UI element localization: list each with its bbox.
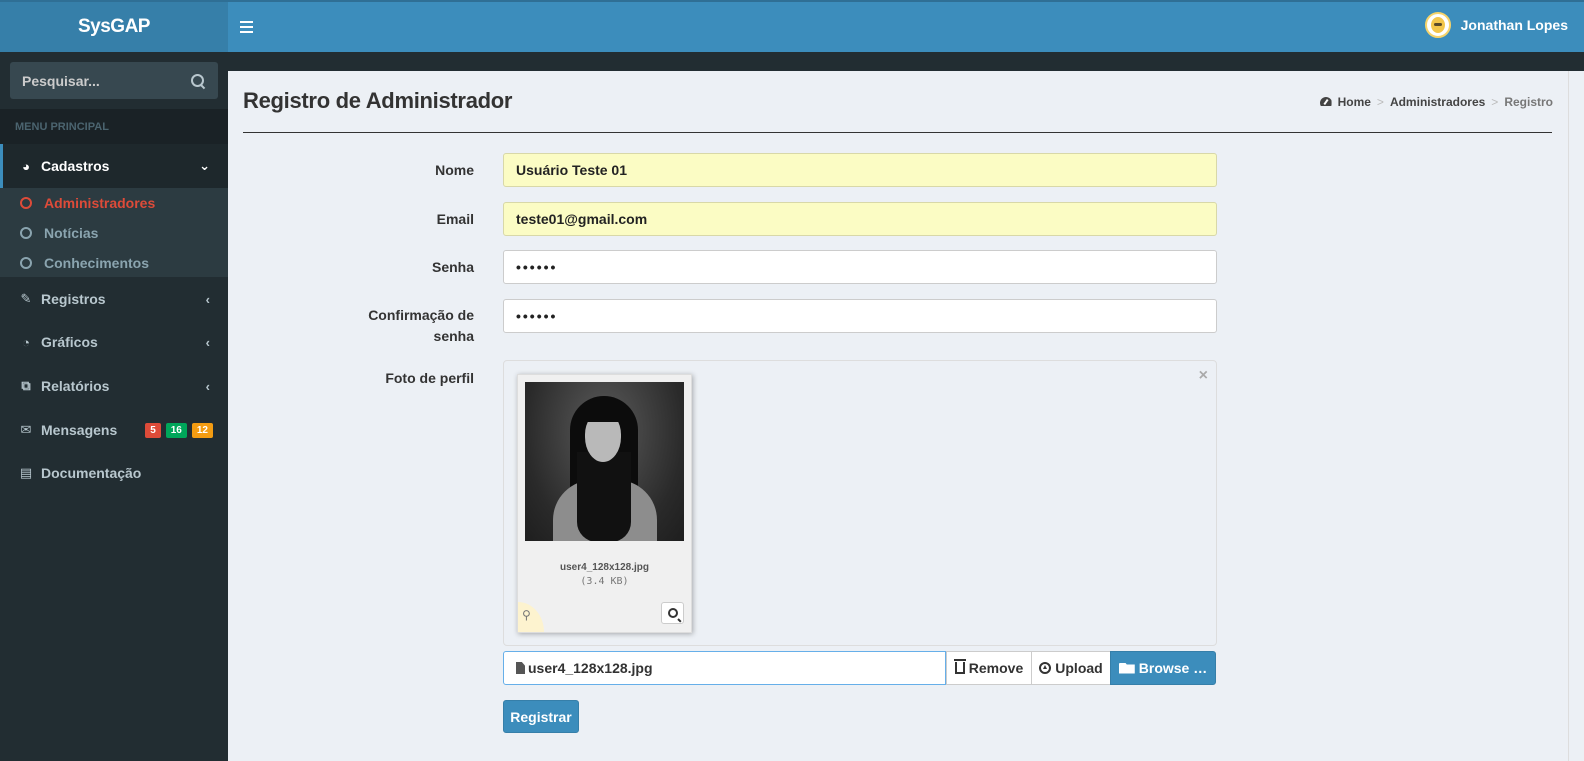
chevron-left-icon: ‹ <box>205 334 210 350</box>
sidebar-item-label: Documentação <box>41 465 142 481</box>
chevron-down-icon: ⌄ <box>199 158 210 173</box>
remove-button[interactable]: Remove <box>946 651 1032 685</box>
file-caption-name: user4_128x128.jpg <box>528 660 653 676</box>
confirm-senha-label-line2: senha <box>433 328 474 344</box>
submenu-item-label: Notícias <box>44 225 99 241</box>
upload-icon <box>1039 662 1052 674</box>
sidebar-toggle-icon[interactable] <box>240 17 256 37</box>
submenu-item-label: Administradores <box>44 195 156 211</box>
breadcrumb-separator: > <box>1491 95 1499 109</box>
edit-icon: ✎ <box>20 291 32 306</box>
dashboard-icon <box>1320 97 1332 107</box>
email-label: Email <box>436 211 474 227</box>
browse-label: Browse … <box>1138 660 1208 676</box>
chevron-left-icon: ‹ <box>205 378 210 394</box>
thumbnail-file-size: (3.4 KB) <box>580 576 629 587</box>
envelope-icon: ✉ <box>20 422 32 437</box>
drag-handle-icon[interactable]: ⚲ <box>518 602 544 632</box>
confirm-senha-label-line1: Confirmação de <box>368 307 474 323</box>
user-name: Jonathan Lopes <box>1460 17 1568 33</box>
sidebar-item-mensagens[interactable]: ✉ Mensagens 5 16 12 <box>0 409 228 451</box>
page-title: Registro de Administrador <box>243 88 513 113</box>
sidebar-item-label: Cadastros <box>41 158 110 174</box>
chevron-left-icon: ‹ <box>205 291 210 307</box>
pie-chart-icon: ◔ <box>22 334 30 350</box>
sidebar-item-label: Registros <box>41 291 106 307</box>
file-caption-input[interactable]: user4_128x128.jpg <box>503 651 946 685</box>
menu-header: MENU PRINCIPAL <box>0 109 228 144</box>
registrar-button[interactable]: Registrar <box>503 700 579 733</box>
search-input[interactable]: Pesquisar... <box>10 62 218 99</box>
sidebar: Pesquisar... MENU PRINCIPAL ◕ Cadastros … <box>0 52 228 761</box>
sidebar-item-cadastros[interactable]: ◕ Cadastros ⌄ <box>0 144 228 188</box>
dashboard-icon: ◕ <box>22 158 30 174</box>
sidebar-item-relatorios[interactable]: ⧉ Relatórios ‹ <box>0 365 228 407</box>
upload-label: Upload <box>1055 660 1103 676</box>
foto-label: Foto de perfil <box>385 370 474 386</box>
zoom-button[interactable] <box>661 602 684 624</box>
submenu-item-conhecimentos[interactable]: Conhecimentos <box>0 248 228 278</box>
senha-label: Senha <box>431 259 474 275</box>
confirm-senha-label: Confirmação de senha <box>368 305 474 347</box>
preview-thumbnail: user4_128x128.jpg (3.4 KB) ⚲ <box>517 374 692 633</box>
circle-icon <box>20 257 32 269</box>
sidebar-item-graficos[interactable]: ◔ Gráficos ‹ <box>0 321 228 363</box>
file-preview: × user4_128x128.jpg (3.4 KB) ⚲ <box>503 360 1217 646</box>
header-strip <box>228 52 1584 71</box>
remove-label: Remove <box>968 660 1024 676</box>
sidebar-item-registros[interactable]: ✎ Registros ‹ <box>0 278 228 320</box>
badge-yellow: 12 <box>191 422 213 438</box>
breadcrumb: Home > Administradores > Registro <box>1320 95 1553 109</box>
app-logo[interactable]: SysGAP <box>0 2 228 52</box>
sidebar-item-label: Relatórios <box>41 378 110 394</box>
breadcrumb-registro: Registro <box>1504 95 1553 109</box>
sidebar-item-label: Mensagens <box>41 422 118 438</box>
sidebar-item-documentacao[interactable]: ▤ Documentação <box>0 452 228 494</box>
thumbnail-file-name: user4_128x128.jpg <box>560 562 649 573</box>
browse-button[interactable]: Browse … <box>1110 651 1216 685</box>
search-placeholder: Pesquisar... <box>22 72 100 89</box>
email-input[interactable]: teste01@gmail.com <box>503 202 1217 236</box>
book-icon: ▤ <box>19 465 33 480</box>
submenu-cadastros: Administradores Notícias Conhecimentos <box>0 188 228 277</box>
submenu-item-administradores[interactable]: Administradores <box>0 188 228 218</box>
senha-input[interactable]: •••••• <box>503 250 1217 284</box>
sidebar-item-label: Gráficos <box>41 334 98 350</box>
copy-icon: ⧉ <box>21 378 31 393</box>
circle-icon <box>20 227 32 239</box>
circle-icon <box>20 197 32 209</box>
zoom-in-icon <box>667 608 678 618</box>
breadcrumb-home[interactable]: Home <box>1338 95 1371 109</box>
avatar <box>1424 12 1451 38</box>
submenu-item-noticias[interactable]: Notícias <box>0 218 228 248</box>
badge-red: 5 <box>145 422 161 438</box>
header-divider <box>243 132 1552 133</box>
breadcrumb-separator: > <box>1376 95 1384 109</box>
close-icon[interactable]: × <box>1199 367 1208 385</box>
nome-input[interactable]: Usuário Teste 01 <box>503 153 1217 187</box>
badge-green: 16 <box>165 422 187 438</box>
scrollbar[interactable] <box>1568 71 1584 761</box>
breadcrumb-administradores[interactable]: Administradores <box>1390 95 1485 109</box>
trash-icon <box>953 659 966 674</box>
profile-photo <box>525 382 684 541</box>
submenu-item-label: Conhecimentos <box>44 255 150 271</box>
top-navbar: SysGAP Jonathan Lopes <box>0 0 1584 52</box>
confirm-senha-input[interactable]: •••••• <box>503 299 1217 333</box>
search-icon[interactable] <box>190 73 206 89</box>
message-badges: 5 16 12 <box>140 422 213 438</box>
upload-button[interactable]: Upload <box>1031 651 1111 685</box>
nome-label: Nome <box>435 162 474 178</box>
user-menu[interactable]: Jonathan Lopes <box>1424 12 1568 38</box>
file-icon <box>516 662 525 674</box>
folder-open-icon <box>1118 662 1135 674</box>
